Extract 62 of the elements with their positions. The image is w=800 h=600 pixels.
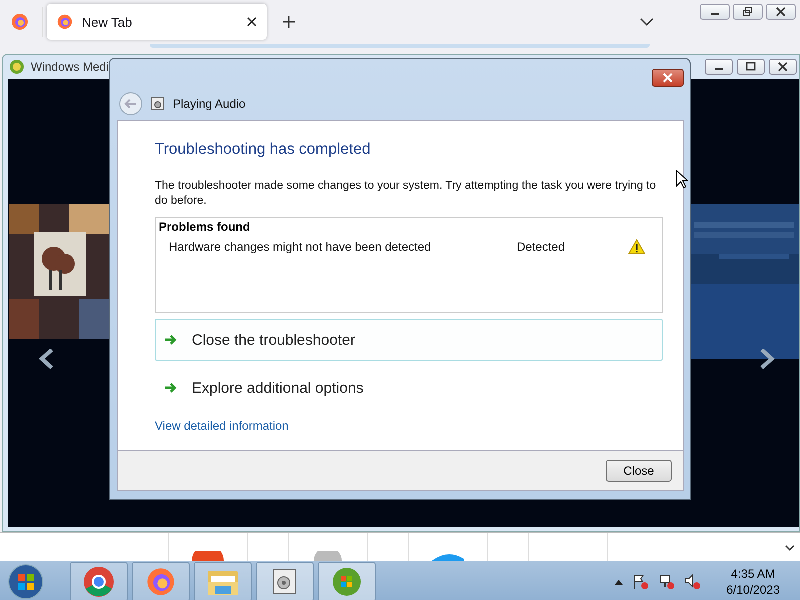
close-button[interactable]	[652, 69, 684, 87]
shortcut-tile[interactable]	[408, 533, 488, 561]
firefox-icon[interactable]	[11, 13, 29, 31]
firefox-icon	[57, 14, 73, 30]
problem-status: Detected	[517, 240, 566, 254]
taskbar-app-button[interactable]	[194, 562, 252, 600]
start-button[interactable]	[8, 564, 44, 600]
shortcut-tile[interactable]	[288, 533, 368, 561]
close-icon	[778, 62, 788, 72]
arrow-right-icon	[164, 382, 178, 394]
chevron-left-icon[interactable]	[39, 349, 55, 369]
maximize-icon	[746, 62, 756, 72]
app-icon	[312, 551, 344, 561]
shortcut-tile[interactable]	[528, 533, 608, 561]
chevron-down-icon[interactable]	[785, 545, 795, 551]
restore-icon	[743, 7, 753, 17]
media-player-icon	[9, 59, 25, 75]
message: The troubleshooter made some changes to your system. Try attempting the task you were trying to do before.	[155, 179, 657, 209]
speaker-icon[interactable]	[684, 574, 701, 590]
close-icon	[776, 7, 786, 17]
media-player-icon	[332, 567, 362, 597]
caret-up-icon[interactable]	[614, 580, 623, 584]
taskbar-app-button[interactable]	[256, 562, 314, 600]
close-button[interactable]	[766, 4, 796, 20]
close-button[interactable]	[769, 59, 797, 75]
problems-heading: Problems found	[159, 220, 252, 234]
clock-time: 4:35 AM	[731, 566, 776, 582]
folder-icon	[207, 568, 239, 596]
tab-title: New Tab	[82, 14, 134, 30]
details-link[interactable]: View detailed information	[155, 419, 289, 433]
option-link[interactable]: Explore additional options	[155, 367, 663, 409]
dialog-title: Playing Audio	[173, 96, 246, 110]
chevron-down-icon[interactable]	[640, 18, 654, 26]
option-link[interactable]: Close the troubleshooter	[155, 319, 663, 361]
audio-icon	[151, 96, 165, 110]
close-icon[interactable]	[247, 17, 257, 27]
minimize-button[interactable]	[705, 59, 733, 75]
close-icon	[662, 73, 674, 83]
clock[interactable]: 4:35 AM 6/10/2023	[726, 566, 780, 598]
arrow-right-icon	[164, 334, 178, 346]
flag-icon[interactable]	[632, 574, 649, 590]
problem-text: Hardware changes might not have been detected	[169, 240, 432, 254]
chrome-icon	[83, 566, 115, 598]
warning-icon	[628, 239, 646, 255]
browser-tab[interactable]: New Tab	[47, 4, 267, 40]
firefox-icon	[146, 567, 176, 597]
close-button[interactable]: Close	[606, 460, 672, 482]
chevron-right-icon[interactable]	[759, 349, 775, 369]
bird-icon	[432, 553, 464, 561]
new-tab-icon[interactable]	[283, 16, 295, 28]
network-icon[interactable]	[658, 574, 675, 590]
clock-date: 6/10/2023	[726, 582, 780, 598]
taskbar-app-button[interactable]	[70, 562, 128, 600]
restore-button[interactable]	[733, 4, 763, 20]
maximize-button[interactable]	[737, 59, 765, 75]
heading: Troubleshooting has completed	[155, 141, 372, 159]
window-title: Windows Medi	[31, 60, 110, 74]
shortcut-tile[interactable]	[168, 533, 248, 561]
audio-icon	[271, 568, 299, 596]
minimize-button[interactable]	[700, 4, 730, 20]
taskbar-app-button[interactable]	[132, 562, 190, 600]
app-icon	[192, 551, 224, 561]
